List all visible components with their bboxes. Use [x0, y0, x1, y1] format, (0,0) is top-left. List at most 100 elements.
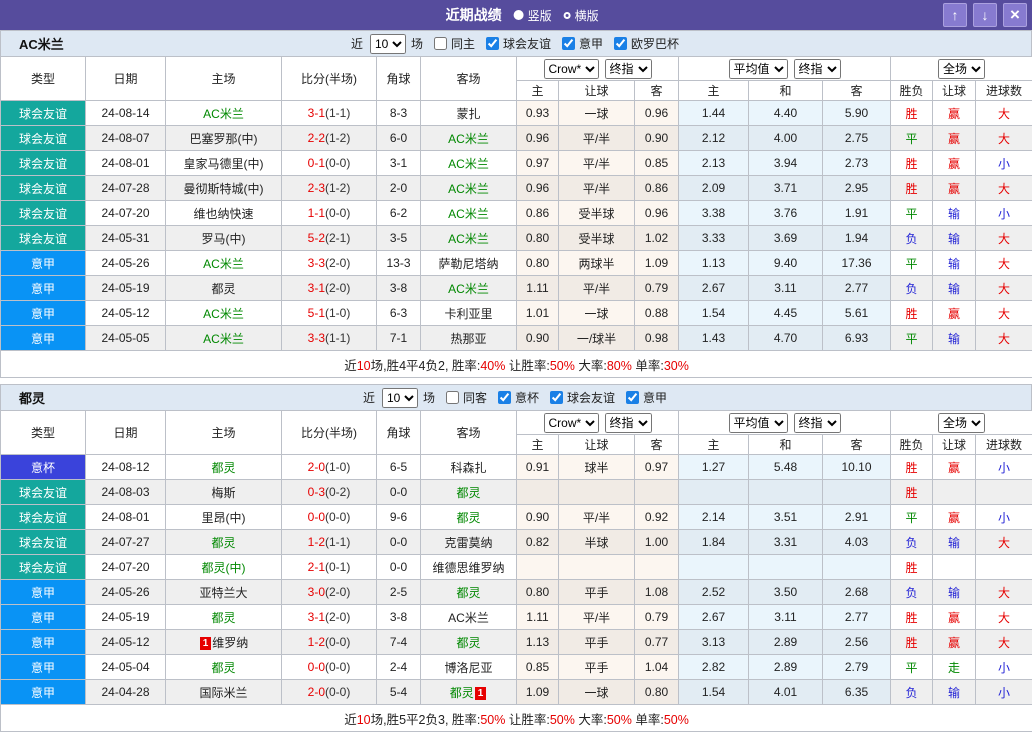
- match-date: 24-08-07: [86, 126, 166, 151]
- recent-label: 近: [351, 35, 363, 52]
- same-venue-checkbox[interactable]: [434, 37, 447, 50]
- avg-home-odds: 2.82: [679, 655, 749, 680]
- move-up-button[interactable]: ↑: [943, 3, 967, 27]
- league-filter-checkbox[interactable]: [550, 391, 563, 404]
- radio-label-horizontal: 横版: [575, 7, 599, 24]
- move-down-button[interactable]: ↓: [973, 3, 997, 27]
- corner-count: 0-0: [377, 530, 421, 555]
- halftime-score: (0-0): [325, 635, 350, 649]
- result-goals: 小: [976, 455, 1032, 480]
- match-date: 24-07-27: [86, 530, 166, 555]
- fulltime-score: 3-3: [308, 331, 325, 345]
- handicap-line: [559, 480, 635, 505]
- handicap-away-odds: [635, 555, 679, 580]
- matches-unit-label: 场: [411, 35, 423, 52]
- team-cell: 国际米兰: [166, 680, 282, 705]
- league-filter-checkbox[interactable]: [614, 37, 627, 50]
- column-subheader: 主: [679, 435, 749, 455]
- match-date: 24-05-04: [86, 655, 166, 680]
- close-button[interactable]: ×: [1003, 3, 1027, 27]
- layout-radio-vertical[interactable]: 竖版: [514, 7, 552, 24]
- fulltime-score: 3-1: [308, 106, 325, 120]
- odds-source-select[interactable]: 终指: [794, 59, 841, 79]
- odds-source-select[interactable]: 终指: [605, 413, 652, 433]
- fulltime-score: 5-2: [308, 231, 325, 245]
- matches-table: 类型日期主场比分(半场)角球客场Crow*终指平均值终指全场主让球客主和客胜负让…: [0, 410, 1032, 732]
- recent-count-select[interactable]: 10: [382, 388, 418, 408]
- league-filter-checkbox[interactable]: [626, 391, 639, 404]
- column-subheader: 主: [517, 81, 559, 101]
- halftime-score: (1-2): [325, 181, 350, 195]
- league-filter-label: 意甲: [579, 35, 603, 52]
- avg-away-odds: 2.75: [823, 126, 891, 151]
- avg-draw-odds: 3.11: [749, 276, 823, 301]
- team-name: 都灵: [456, 586, 480, 600]
- corner-count: 3-1: [377, 151, 421, 176]
- league-filter-label: 欧罗巴杯: [631, 35, 679, 52]
- odds-source-select[interactable]: 全场: [938, 59, 985, 79]
- match-type-badge: 意甲: [1, 630, 86, 655]
- corner-count: 6-5: [377, 455, 421, 480]
- match-row: 球会友谊24-05-31罗马(中)5-2(2-1)3-5AC米兰0.80受半球1…: [1, 226, 1032, 251]
- odds-source-select[interactable]: 终指: [794, 413, 841, 433]
- section-home-team: AC米兰 近10场同主球会友谊意甲欧罗巴杯 类型日期主场比分(半场)角球客场Cr…: [0, 30, 1032, 378]
- match-date: 24-07-20: [86, 555, 166, 580]
- team-name: 都灵: [456, 636, 480, 650]
- summary-label: 单率:: [632, 713, 664, 727]
- summary-value: 50%: [480, 713, 505, 727]
- team-cell: AC米兰: [166, 251, 282, 276]
- score-cell: 1-1(0-0): [282, 201, 377, 226]
- team-cell: AC米兰: [166, 326, 282, 351]
- odds-source-select[interactable]: Crow*: [544, 413, 599, 433]
- avg-away-odds: 2.91: [823, 505, 891, 530]
- league-filter-checkbox[interactable]: [498, 391, 511, 404]
- team-name: 曼彻斯特城(中): [184, 182, 264, 196]
- avg-home-odds: 1.13: [679, 251, 749, 276]
- avg-draw-odds: 3.11: [749, 605, 823, 630]
- odds-source-select[interactable]: 平均值: [729, 413, 788, 433]
- team-cell: 都灵: [166, 530, 282, 555]
- league-filter-checkbox[interactable]: [562, 37, 575, 50]
- column-header: 角球: [377, 411, 421, 455]
- avg-home-odds: 2.12: [679, 126, 749, 151]
- odds-source-select[interactable]: 终指: [605, 59, 652, 79]
- titlebar: 近期战绩 竖版 横版 ↑ ↓ ×: [0, 0, 1032, 30]
- score-cell: 2-0(1-0): [282, 455, 377, 480]
- odds-group-header: 全场: [891, 411, 1032, 435]
- avg-away-odds: 10.10: [823, 455, 891, 480]
- same-venue-checkbox[interactable]: [446, 391, 459, 404]
- column-header: 日期: [86, 411, 166, 455]
- avg-away-odds: [823, 555, 891, 580]
- summary-value: 80%: [607, 359, 632, 373]
- match-type-badge: 球会友谊: [1, 226, 86, 251]
- red-card-badge: 1: [475, 687, 487, 700]
- section-away-team: 都灵 近10场同客意杯球会友谊意甲 类型日期主场比分(半场)角球客场Crow*终…: [0, 384, 1032, 732]
- match-row: 意杯24-08-12都灵2-0(1-0)6-5科森扎0.91球半0.971.27…: [1, 455, 1032, 480]
- fulltime-score: 1-1: [308, 206, 325, 220]
- halftime-score: (0-0): [325, 660, 350, 674]
- result-wdl: 胜: [891, 176, 933, 201]
- result-handicap: 输: [933, 580, 976, 605]
- team-name: AC米兰: [448, 282, 489, 296]
- match-row: 球会友谊24-08-14AC米兰3-1(1-1)8-3蒙扎0.93一球0.961…: [1, 101, 1032, 126]
- odds-source-select[interactable]: 全场: [938, 413, 985, 433]
- odds-source-select[interactable]: Crow*: [544, 59, 599, 79]
- handicap-away-odds: 1.02: [635, 226, 679, 251]
- team-cell: AC米兰: [421, 605, 517, 630]
- handicap-home-odds: 0.80: [517, 226, 559, 251]
- score-cell: 1-2(0-0): [282, 630, 377, 655]
- handicap-home-odds: 0.85: [517, 655, 559, 680]
- avg-draw-odds: 9.40: [749, 251, 823, 276]
- handicap-line: 平手: [559, 630, 635, 655]
- result-wdl: 胜: [891, 480, 933, 505]
- team-name: AC米兰: [448, 611, 489, 625]
- odds-source-select[interactable]: 平均值: [729, 59, 788, 79]
- result-wdl: 胜: [891, 301, 933, 326]
- result-goals: 大: [976, 226, 1032, 251]
- league-filter-checkbox[interactable]: [486, 37, 499, 50]
- layout-radio-horizontal[interactable]: 横版: [564, 7, 599, 24]
- recent-count-select[interactable]: 10: [370, 34, 406, 54]
- avg-away-odds: 2.68: [823, 580, 891, 605]
- corner-count: 7-4: [377, 630, 421, 655]
- result-goals: [976, 480, 1032, 505]
